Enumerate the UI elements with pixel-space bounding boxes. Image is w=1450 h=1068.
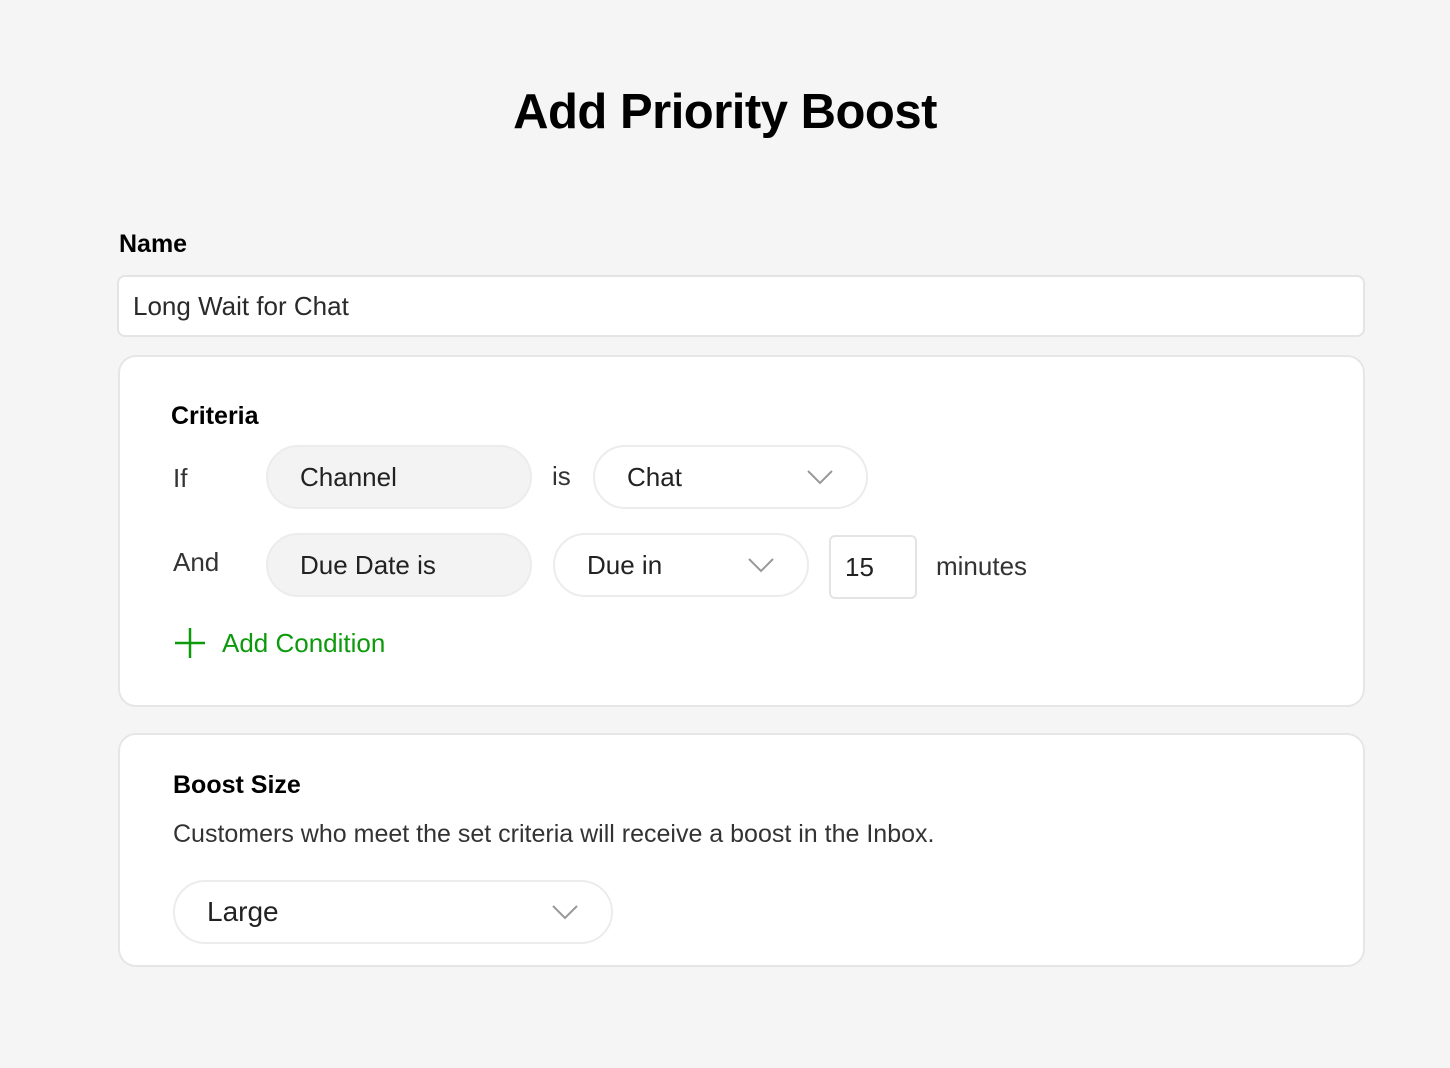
boost-size-card: Boost Size Customers who meet the set cr… xyxy=(118,733,1365,967)
due-operator-label: Due in xyxy=(587,549,663,580)
due-date-field-label: Due Date is xyxy=(300,549,436,580)
boost-size-select[interactable]: Large xyxy=(173,880,613,944)
criteria-title: Criteria xyxy=(171,402,259,430)
name-input[interactable] xyxy=(117,275,1365,337)
add-condition-button[interactable]: Add Condition xyxy=(174,627,385,659)
channel-value-select[interactable]: Chat xyxy=(593,445,868,509)
minutes-input[interactable] xyxy=(829,535,917,599)
channel-field-select[interactable]: Channel xyxy=(266,445,532,509)
add-condition-label: Add Condition xyxy=(222,627,386,658)
chevron-down-icon xyxy=(748,558,774,573)
chevron-down-icon xyxy=(807,470,833,485)
page-title: Add Priority Boost xyxy=(513,85,937,139)
name-label: Name xyxy=(119,230,188,258)
boost-size-description: Customers who meet the set criteria will… xyxy=(173,820,935,848)
boost-size-value: Large xyxy=(207,896,279,927)
chevron-down-icon xyxy=(552,905,578,920)
minutes-label: minutes xyxy=(936,551,1028,581)
due-operator-select[interactable]: Due in xyxy=(553,533,809,597)
criteria-card: Criteria If Channel is Chat And Due Date… xyxy=(118,355,1365,707)
and-label: And xyxy=(173,547,220,577)
channel-value-label: Chat xyxy=(627,461,682,492)
if-label: If xyxy=(173,463,188,493)
is-label: is xyxy=(552,461,571,491)
boost-size-title: Boost Size xyxy=(173,771,301,799)
due-date-field-select[interactable]: Due Date is xyxy=(266,533,532,597)
plus-icon xyxy=(175,628,205,658)
channel-field-label: Channel xyxy=(300,461,397,492)
